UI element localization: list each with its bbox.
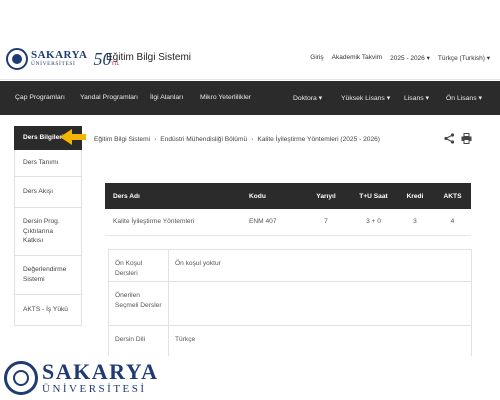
university-seal-icon (4, 361, 38, 395)
sidebar-item-ects-workload[interactable]: AKTS - İş Yükü (14, 295, 82, 327)
course-table: Ders Adı Kodu Yarıyıl T+U Saat Kredi AKT… (105, 183, 471, 236)
nav-micro-qualifications[interactable]: Mikro Yeterlilikler (200, 94, 251, 101)
breadcrumb-department[interactable]: Endüstri Mühendisliği Bölümü (160, 136, 247, 143)
col-semester: Yarıyıl (301, 183, 351, 209)
language-dropdown[interactable]: Türkçe (Turkish) ▾ (438, 54, 490, 62)
breadcrumb-course: Kalite İyileştirme Yöntemleri (2025 - 20… (257, 136, 380, 143)
detail-row-language: Dersin Dili Türkçe (109, 326, 471, 358)
footer-logo-sub: ÜNİVERSİTESİ (42, 383, 147, 395)
breadcrumb-home[interactable]: Eğitim Bilgi Sistemi (94, 136, 150, 143)
detail-key: Dersin Dili (109, 326, 169, 358)
cell-semester: 7 (301, 209, 351, 236)
nav-bachelor[interactable]: Lisans ▾ (404, 94, 429, 102)
table-row: Kalite İyileştirme Yöntemleri ENM 407 7 … (105, 209, 471, 236)
top-links: Giriş Akademik Takvim 2025 - 2026 ▾ Türk… (310, 54, 490, 62)
detail-row-electives: Önerilen Seçmeli Dersler (109, 282, 471, 326)
pointer-arrow-icon (60, 129, 86, 145)
col-credit: Kredi (396, 183, 434, 209)
col-ects: AKTS (434, 183, 471, 209)
chevron-right-icon: › (251, 136, 254, 143)
detail-key: Ön Koşul Dersleri (109, 250, 169, 281)
logo-sub-text: ÜNİVERSİTESİ (31, 61, 76, 68)
footer-logo: SAKARYA ÜNİVERSİTESİ (0, 356, 500, 400)
nav-doctorate[interactable]: Doktora ▾ (293, 94, 322, 102)
page-actions (444, 133, 472, 144)
login-link[interactable]: Giriş (310, 54, 323, 62)
nav-masters[interactable]: Yüksek Lisans ▾ (341, 94, 390, 102)
breadcrumb: Eğitim Bilgi Sistemi › Endüstri Mühendisli… (94, 136, 380, 143)
sidebar-item-course-flow[interactable]: Ders Akışı (14, 176, 82, 208)
col-hours: T+U Saat (351, 183, 396, 209)
cell-code: ENM 407 (243, 209, 301, 236)
col-code: Kodu (243, 183, 301, 209)
sidebar-item-program-outcomes[interactable]: Dersin Prog. Çıktılarına Katkısı (14, 207, 82, 257)
detail-value (169, 282, 181, 325)
detail-value: Ön koşul yoktur (175, 260, 221, 267)
sidebar-item-evaluation[interactable]: Değerlendirme Sistemi (14, 256, 82, 296)
print-icon[interactable] (461, 133, 472, 144)
year-dropdown[interactable]: 2025 - 2026 ▾ (390, 54, 430, 62)
cell-ects: 4 (434, 209, 471, 236)
detail-row-prerequisites: Ön Koşul Dersleri Ön koşul yoktur (109, 250, 471, 282)
academic-calendar-link[interactable]: Akademik Takvim (332, 54, 382, 62)
col-course-name: Ders Adı (105, 183, 243, 209)
detail-key: Önerilen Seçmeli Dersler (109, 282, 169, 325)
main-navbar: Çap Programları Yandal Programları İlgi … (0, 81, 500, 115)
course-details: Ön Koşul Dersleri Ön koşul yoktur Öneril… (108, 249, 472, 359)
cell-course-name: Kalite İyileştirme Yöntemleri (105, 209, 243, 236)
sidebar-item-course-definition[interactable]: Ders Tanımı (14, 149, 82, 177)
university-logo[interactable]: SAKARYA ÜNİVERSİTESİ 50 YIL (6, 48, 120, 70)
nav-cap-programs[interactable]: Çap Programları (15, 94, 65, 101)
course-sidebar: Ders Bilgileri Ders Tanımı Ders Akışı De… (14, 126, 82, 327)
logo-main-text: SAKARYA (31, 49, 88, 62)
nav-associate[interactable]: Ön Lisans ▾ (446, 94, 482, 102)
page: SAKARYA ÜNİVERSİTESİ 50 YIL Eğitim Bilgi… (0, 0, 500, 400)
cell-hours: 3 + 0 (351, 209, 396, 236)
cell-credit: 3 (396, 209, 434, 236)
university-seal-icon (6, 48, 28, 70)
nav-interest-areas[interactable]: İlgi Alanları (150, 94, 183, 101)
nav-minor-programs[interactable]: Yandal Programları (80, 94, 138, 101)
share-icon[interactable] (444, 133, 455, 144)
table-header-row: Ders Adı Kodu Yarıyıl T+U Saat Kredi AKT… (105, 183, 471, 209)
site-header: SAKARYA ÜNİVERSİTESİ 50 YIL Eğitim Bilgi… (0, 40, 500, 80)
app-title: Eğitim Bilgi Sistemi (106, 52, 192, 63)
chevron-right-icon: › (154, 136, 157, 143)
detail-value: Türkçe (175, 336, 196, 343)
footer-logo-main: SAKARYA (42, 359, 159, 384)
